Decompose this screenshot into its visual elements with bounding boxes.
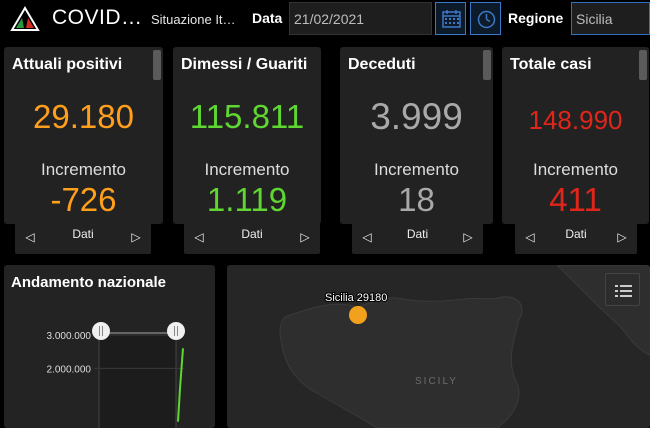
card-scrollbar[interactable] [639,50,647,80]
map-point-label: Sicilia 29180 [325,292,387,304]
card-increment-label: Incremento [532,160,619,179]
italy-flag-logo-icon [10,6,40,31]
card-value: 3.999 [370,96,463,137]
card-value: 148.990 [528,105,623,135]
date-label: Data [252,10,283,26]
next-arrow-icon[interactable]: ▷ [298,229,312,245]
andamento-nazionale-panel: Andamento nazionale 3.000.000 2.000.000 [4,265,215,428]
chart-area: 3.000.000 2.000.000 [47,322,185,428]
legend-list-icon [615,285,632,297]
legend-button[interactable] [605,273,640,306]
chart-plot-bg [99,333,176,428]
next-arrow-icon[interactable]: ▷ [461,229,475,245]
slider-handle-icon[interactable] [92,322,110,340]
app-subtitle: Situazione It… [151,12,236,27]
clock-button[interactable] [470,2,501,35]
region-field[interactable] [571,2,650,35]
app-title: COVID… [52,6,143,29]
map-region-label: SICILY [415,376,458,387]
card-nav-dimessi-guariti: ◁ Dati ▷ [184,221,320,254]
slider-handle-icon[interactable] [167,322,185,340]
card-scrollbar[interactable] [483,50,491,80]
card-title: Attuali positivi [12,56,123,73]
calendar-icon [442,10,461,28]
card-increment-value: 411 [549,181,602,218]
next-arrow-icon[interactable]: ▷ [129,229,143,245]
card-attuali-positivi: Attuali positivi 29.180 Incremento -726 [4,47,163,224]
card-dimessi-guariti: Dimessi / Guariti 115.811 Incremento 1.1… [173,47,321,224]
card-title: Totale casi [510,56,592,73]
clock-icon [477,10,496,29]
y-tick-label: 3.000.000 [47,331,92,342]
card-value: 29.180 [33,98,134,135]
card-increment-label: Incremento [204,160,290,179]
sicilia-map-point[interactable] [349,306,367,324]
card-nav-totale-casi: ◁ Dati ▷ [515,221,637,254]
next-arrow-icon[interactable]: ▷ [615,229,629,245]
card-increment-value: -726 [50,181,117,218]
card-title: Dimessi / Guariti [181,56,308,73]
calendar-button[interactable] [435,2,466,35]
card-nav-attuali-positivi: ◁ Dati ▷ [15,221,151,254]
card-increment-label: Incremento [373,160,460,179]
card-deceduti: Deceduti 3.999 Incremento 18 [340,47,493,224]
card-title: Deceduti [348,56,416,73]
sicily-landmass [279,296,523,428]
card-increment-value: 18 [398,181,435,218]
date-field[interactable] [289,2,432,35]
y-tick-label: 2.000.000 [47,364,92,375]
card-value: 115.811 [189,98,305,135]
series-line [177,348,184,422]
map-view[interactable]: SICILY Sicilia 29180 [227,265,650,428]
card-nav-deceduti: ◁ Dati ▷ [352,221,483,254]
card-totale-casi: Totale casi 148.990 Incremento 411 [502,47,649,224]
card-increment-value: 1.119 [206,181,288,218]
app-header: COVID… Situazione It… Data Regione [0,0,650,37]
region-label: Regione [508,10,564,26]
map-panel[interactable]: SICILY Sicilia 29180 [227,265,650,428]
card-scrollbar[interactable] [153,50,161,80]
card-increment-label: Incremento [40,160,127,179]
